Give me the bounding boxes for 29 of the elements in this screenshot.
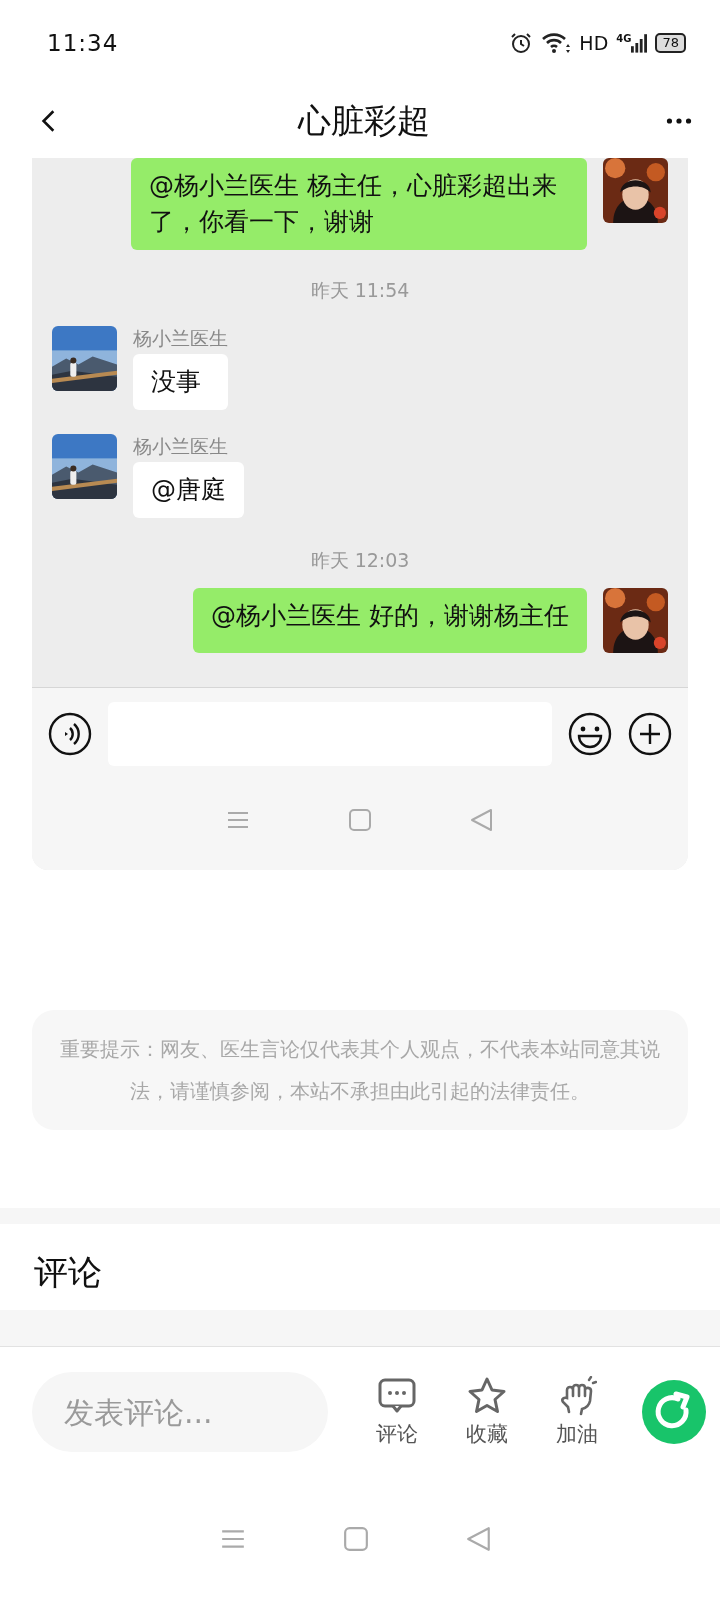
- disclaimer-text: 重要提示：网友、医生言论仅代表其个人观点，不代表本站同意其说法，请谨慎参阅，本站不承担由此引起的法律责任。: [32, 1010, 688, 1130]
- action-button[interactable]: 评论: [352, 1376, 442, 1448]
- message-bubble: @杨小兰医生 好的，谢谢杨主任: [193, 588, 587, 653]
- wifi-icon: [541, 31, 572, 55]
- home-icon: [343, 1525, 369, 1552]
- back-icon: [465, 1525, 492, 1552]
- action-button[interactable]: 加油: [532, 1376, 622, 1448]
- clock-time: 11:34: [47, 30, 119, 56]
- timestamp: 昨天 12:03: [309, 548, 411, 573]
- star-icon: [467, 1376, 507, 1416]
- action-button[interactable]: 收藏: [442, 1376, 532, 1448]
- timestamp: 昨天 11:54: [309, 278, 411, 303]
- signal-icon: [631, 33, 648, 53]
- network-label: 4G: [616, 33, 632, 44]
- sender-name: 杨小兰医生: [133, 326, 228, 351]
- sender-name: 杨小兰医生: [133, 434, 229, 459]
- back-icon: [470, 808, 494, 832]
- battery-level: 78: [655, 33, 686, 53]
- page-title: 心脏彩超: [298, 99, 430, 142]
- home-icon: [348, 808, 372, 832]
- comment-field[interactable]: 发表评论...: [32, 1372, 328, 1452]
- message-bubble: 没事: [133, 354, 228, 410]
- hd-label: HD: [579, 32, 609, 54]
- message-bubble: @杨小兰医生 杨主任，心脏彩超出来了，你看一下，谢谢: [131, 158, 587, 250]
- emoji-icon: [568, 712, 612, 756]
- voice-icon: [48, 712, 92, 756]
- section-title: 评论: [33, 1251, 103, 1294]
- message-bubble: @唐庭: [133, 462, 244, 518]
- add-icon: [628, 712, 672, 756]
